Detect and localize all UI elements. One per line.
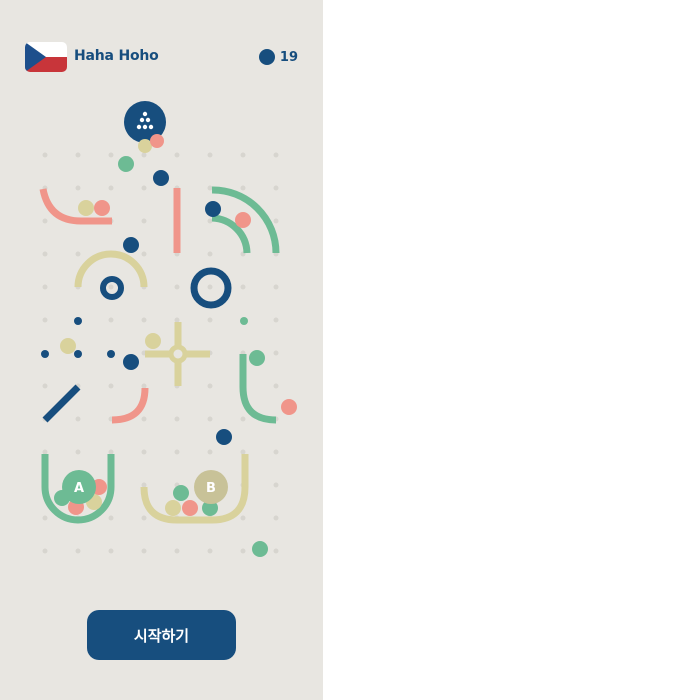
game-screen: A B Haha Hoho 19 시작하기 (0, 0, 323, 700)
czech-flag-icon (25, 42, 67, 72)
start-button[interactable]: 시작하기 (87, 610, 236, 660)
salmon-curve-obstacle (111, 387, 149, 424)
top-bar: Haha Hoho 19 (25, 42, 298, 72)
bucket-a-label: A (74, 481, 84, 496)
coin-icon (258, 49, 275, 65)
coin-count: 19 (279, 49, 298, 65)
bucket-b-badge: B (194, 470, 228, 504)
player-name: Haha Hoho (74, 48, 159, 64)
sand-cross-obstacle (145, 322, 210, 386)
navy-diagonal-obstacle (42, 384, 81, 423)
bucket-a-badge: A (62, 470, 96, 504)
coin-counter: 19 (258, 48, 298, 66)
bucket-b-label: B (206, 481, 216, 496)
pinball-board: A B (39, 101, 297, 557)
